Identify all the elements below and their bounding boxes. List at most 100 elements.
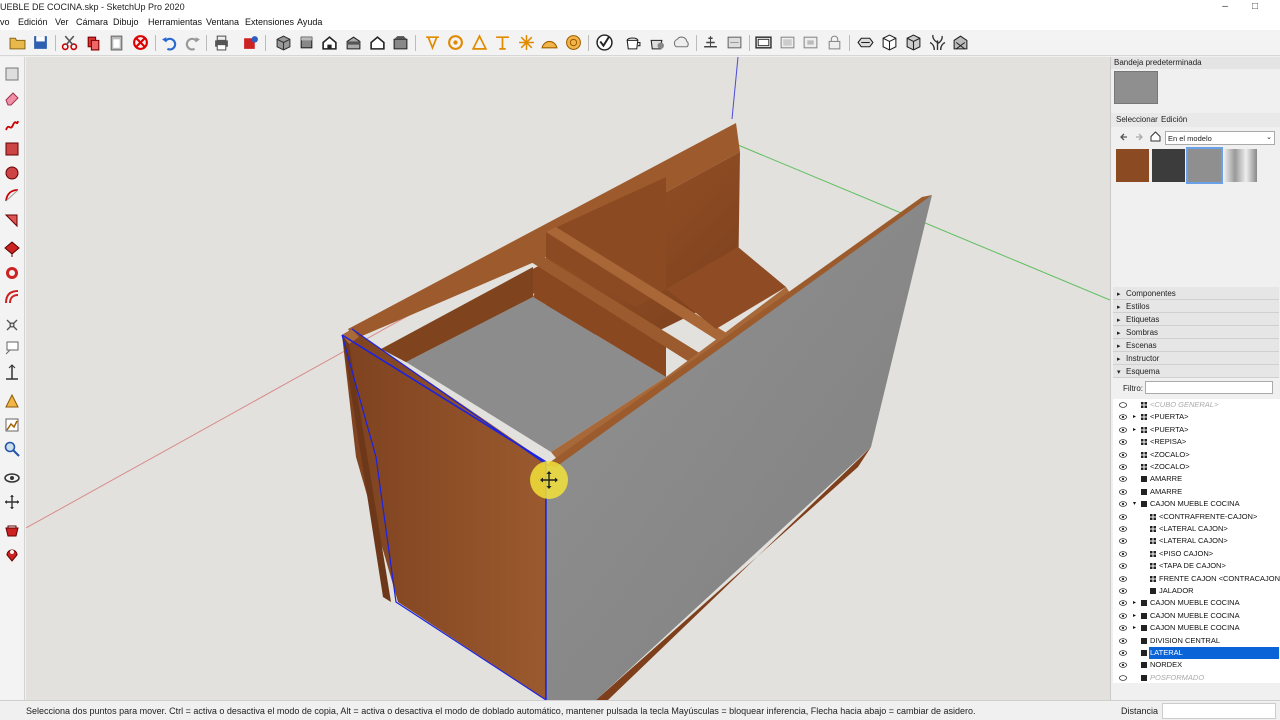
eye-icon[interactable]	[1119, 488, 1127, 495]
dimension-icon[interactable]	[424, 34, 441, 51]
minimize-button[interactable]: –	[1218, 1, 1232, 12]
expand-toggle-icon[interactable]: ▸	[1133, 610, 1136, 622]
eye-icon[interactable]	[1119, 414, 1127, 421]
outliner-row[interactable]: <CONTRAFRENTE-CAJON>	[1113, 511, 1280, 523]
eraser-icon[interactable]	[4, 90, 20, 106]
back-view-icon[interactable]	[369, 34, 386, 51]
back-arrow-icon[interactable]	[1119, 132, 1129, 142]
outliner-row[interactable]: ▸ CAJON MUEBLE COCINA	[1113, 622, 1280, 634]
warehouse-icon[interactable]	[952, 34, 969, 51]
xray-icon[interactable]	[596, 34, 613, 51]
wireframe-icon[interactable]	[648, 34, 665, 51]
axes-icon[interactable]	[494, 34, 511, 51]
outliner-row[interactable]: ▾ CAJON MUEBLE COCINA	[1113, 498, 1280, 510]
library-dropdown[interactable]: En el modelo ⌄	[1165, 131, 1275, 145]
copy-icon[interactable]	[85, 34, 102, 51]
dimension-icon[interactable]	[4, 364, 20, 380]
outliner-row[interactable]: <ZOCALO>	[1113, 461, 1280, 473]
circle-icon[interactable]	[4, 165, 20, 181]
eye-icon[interactable]	[1119, 476, 1127, 483]
protractor-icon[interactable]	[447, 34, 464, 51]
expand-toggle-icon[interactable]: ▸	[1133, 622, 1136, 634]
expand-toggle-icon[interactable]: ▾	[1133, 498, 1136, 510]
polygon-icon[interactable]	[4, 212, 20, 228]
eye-icon[interactable]	[1119, 637, 1127, 644]
iso-view-icon[interactable]	[275, 34, 292, 51]
3d-text-icon[interactable]	[518, 34, 535, 51]
outliner-row[interactable]: <LATERAL CAJON>	[1113, 535, 1280, 547]
cut-icon[interactable]	[61, 34, 78, 51]
sandbox-icon[interactable]	[779, 34, 796, 51]
eye-icon[interactable]	[1119, 513, 1127, 520]
outliner-row[interactable]: <PISO CAJON>	[1113, 548, 1280, 560]
eye-icon[interactable]	[1119, 451, 1127, 458]
outliner-filter-input[interactable]	[1145, 381, 1273, 394]
shaded-icon[interactable]	[702, 34, 719, 51]
outliner-row[interactable]: LATERAL	[1113, 647, 1280, 659]
panel-componentes[interactable]: ▸ Componentes	[1113, 287, 1279, 300]
eye-icon[interactable]	[1119, 612, 1127, 619]
eye-icon[interactable]	[1119, 563, 1127, 569]
outliner-row[interactable]: NORDEX	[1113, 659, 1280, 671]
steel-material[interactable]	[1224, 149, 1257, 182]
menu-archivo[interactable]: vo	[0, 17, 10, 27]
pan-icon[interactable]	[4, 494, 20, 510]
top-view-icon[interactable]	[298, 34, 315, 51]
move-icon[interactable]	[4, 317, 20, 333]
orbit-icon[interactable]	[4, 470, 20, 486]
menu-herramientas[interactable]: Herramientas	[148, 17, 202, 27]
outliner-row[interactable]: FRENTE CAJON <CONTRACAJON>	[1113, 573, 1280, 585]
eye-icon[interactable]	[1119, 464, 1127, 470]
outliner-row[interactable]: DIVISION CENTRAL	[1113, 635, 1280, 647]
save-icon[interactable]	[32, 34, 49, 51]
eye-icon[interactable]	[1119, 550, 1127, 557]
plants-icon[interactable]	[929, 34, 946, 51]
outliner-row[interactable]: AMARRE	[1113, 473, 1280, 485]
model-info-icon[interactable]	[242, 34, 259, 51]
protractor-icon[interactable]	[4, 417, 20, 433]
right-view-icon[interactable]	[345, 34, 362, 51]
eye-icon[interactable]	[1119, 501, 1127, 507]
monochrome-icon[interactable]	[755, 34, 772, 51]
menu-extensiones[interactable]: Extensiones	[245, 17, 294, 27]
erase-icon[interactable]	[132, 34, 149, 51]
expand-toggle-icon[interactable]: ▸	[1133, 597, 1136, 609]
open-icon[interactable]	[9, 34, 26, 51]
paint-icon[interactable]	[565, 34, 582, 51]
outliner-row[interactable]: <TAPA DE CAJON>	[1113, 560, 1280, 572]
drape-icon[interactable]	[826, 34, 843, 51]
outliner-row[interactable]: ▸ CAJON MUEBLE COCINA	[1113, 597, 1280, 609]
tab-seleccionar[interactable]: Seleccionar	[1116, 115, 1158, 124]
eye-icon[interactable]	[1119, 662, 1127, 669]
zoom-icon[interactable]	[4, 522, 20, 538]
section-icon[interactable]	[541, 34, 558, 51]
eye-icon[interactable]	[1119, 575, 1127, 582]
backedges-icon[interactable]	[624, 34, 641, 51]
menu-camara[interactable]: Cámara	[76, 17, 108, 27]
model-canvas[interactable]	[26, 57, 1110, 700]
home-icon[interactable]	[1150, 131, 1161, 142]
outliner-row[interactable]: POSFORMADO	[1113, 672, 1280, 683]
undo-icon[interactable]	[161, 34, 178, 51]
redo-icon[interactable]	[184, 34, 201, 51]
gray-material[interactable]	[1186, 147, 1223, 184]
menu-edicion[interactable]: Edición	[18, 17, 48, 27]
arc-icon[interactable]	[4, 188, 20, 204]
outliner-row[interactable]: ▸ CAJON MUEBLE COCINA	[1113, 610, 1280, 622]
outliner-row[interactable]: <CUBO GENERAL>	[1113, 399, 1280, 411]
outliner-row[interactable]: <ZOCALO>	[1113, 449, 1280, 461]
text-icon[interactable]	[471, 34, 488, 51]
print-icon[interactable]	[213, 34, 230, 51]
followme-icon[interactable]	[4, 265, 20, 281]
measurements-input[interactable]	[1162, 703, 1276, 719]
eye-icon[interactable]	[1119, 526, 1127, 532]
forward-arrow-icon[interactable]	[1134, 132, 1144, 142]
eye-icon[interactable]	[1119, 439, 1127, 445]
select-icon[interactable]	[4, 66, 20, 82]
eye-icon[interactable]	[1119, 600, 1127, 607]
flip-icon[interactable]	[881, 34, 898, 51]
outliner-row[interactable]: JALADOR	[1113, 585, 1280, 597]
outliner-row[interactable]: AMARRE	[1113, 486, 1280, 498]
outliner-row[interactable]: ▸ <PUERTA>	[1113, 424, 1280, 436]
rectangle-icon[interactable]	[4, 141, 20, 157]
